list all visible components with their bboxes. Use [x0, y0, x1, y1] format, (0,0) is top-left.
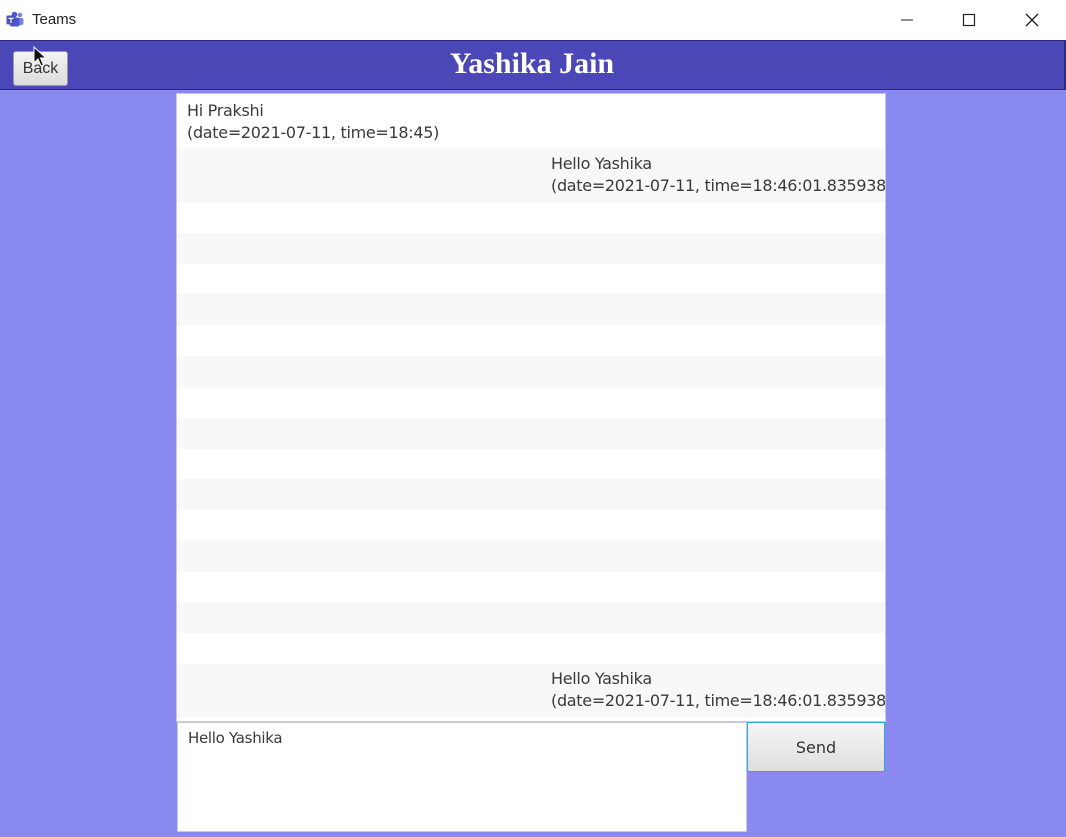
message-input[interactable]: Hello Yashika — [177, 722, 747, 832]
message-text: Hello Yashika — [551, 154, 652, 173]
list-stripe — [177, 294, 885, 325]
list-item[interactable]: Hello Yashika (date=2021-07-11, time=18:… — [551, 153, 886, 197]
list-item[interactable]: Hi Prakshi (date=2021-07-11, time=18:45) — [187, 100, 439, 144]
message-text: Hi Prakshi — [187, 101, 264, 120]
list-stripe — [177, 479, 885, 510]
message-meta: (date=2021-07-11, time=18:46:01.83593840… — [551, 691, 886, 710]
list-stripe — [177, 418, 885, 449]
maximize-button[interactable] — [938, 0, 1000, 40]
list-stripe — [177, 602, 885, 633]
list-stripe — [177, 356, 885, 387]
teams-icon — [6, 11, 24, 27]
chat-header: Back Yashika Jain — [0, 40, 1066, 90]
message-meta: (date=2021-07-11, time=18:46:01.83593840… — [551, 176, 886, 195]
teams-window: Teams Back Yashika Jain Hi Prakshi (date… — [0, 0, 1066, 837]
title-bar: Teams — [0, 0, 1066, 40]
maximize-icon — [962, 13, 976, 27]
minimize-icon — [901, 19, 913, 21]
list-item[interactable]: Hello Yashika (date=2021-07-11, time=18:… — [551, 668, 886, 712]
message-list[interactable]: Hi Prakshi (date=2021-07-11, time=18:45)… — [176, 93, 886, 722]
contact-name: Yashika Jain — [449, 47, 615, 80]
minimize-button[interactable] — [876, 0, 938, 40]
list-stripe — [177, 541, 885, 572]
send-button[interactable]: Send — [747, 722, 885, 772]
window-title: Teams — [32, 11, 77, 28]
message-text: Hello Yashika — [551, 669, 652, 688]
message-meta: (date=2021-07-11, time=18:45) — [187, 123, 440, 142]
close-button[interactable] — [1001, 0, 1063, 40]
list-stripe — [177, 233, 885, 264]
close-icon — [1025, 13, 1039, 27]
